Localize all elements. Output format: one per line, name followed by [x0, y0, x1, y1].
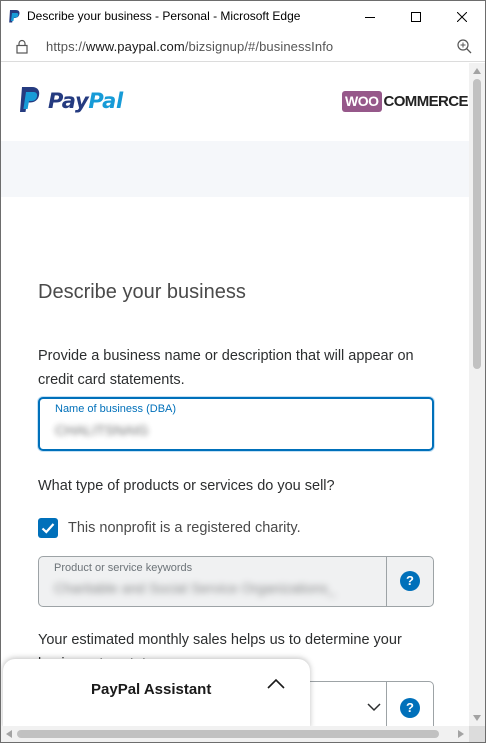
keywords-field[interactable]: Product or service keywords Charitable a… [38, 556, 434, 607]
close-button[interactable] [439, 1, 485, 32]
maximize-icon [411, 11, 421, 22]
keywords-help-icon[interactable]: ? [400, 571, 420, 591]
url-path: /bizsignup/#/businessInfo [184, 39, 334, 54]
paypal-favicon-icon [9, 10, 20, 23]
url-scheme: https:// [46, 39, 86, 54]
checkmark-icon [41, 523, 55, 534]
commerce-text: COMMERCE [383, 93, 469, 110]
horizontal-scroll-thumb[interactable] [17, 730, 439, 738]
charity-checkbox[interactable] [38, 518, 58, 538]
url-host: www.paypal.com [85, 39, 185, 54]
paypal-p-icon [20, 87, 40, 112]
woocommerce-logo[interactable]: WOO COMMERCE [342, 91, 468, 112]
address-bar[interactable]: https://www.paypal.com/bizsignup/#/busin… [1, 32, 485, 62]
minimize-icon [365, 16, 375, 18]
maximize-button[interactable] [393, 1, 439, 32]
business-name-label: Name of business (DBA) [55, 403, 177, 415]
keywords-label: Product or service keywords [54, 562, 193, 574]
header-band [1, 141, 469, 197]
scroll-down-arrow-icon[interactable] [473, 715, 481, 721]
paypal-word-pal: Pal [88, 88, 123, 113]
keywords-value[interactable]: Charitable and Social Service Organizati… [54, 580, 336, 596]
assistant-label: PayPal Assistant [91, 681, 212, 698]
woo-badge: WOO [342, 91, 382, 112]
paypal-wordmark: PayPal [48, 89, 123, 113]
field-divider [386, 557, 387, 606]
horizontal-scrollbar[interactable] [1, 726, 469, 742]
vertical-scrollbar[interactable] [469, 63, 485, 726]
intro-text: Provide a business name or description t… [38, 348, 414, 388]
products-question: What type of products or services do you… [38, 478, 335, 494]
paypal-assistant-panel[interactable]: PayPal Assistant [3, 659, 310, 726]
paypal-logo[interactable]: PayPal [18, 87, 123, 114]
business-name-value[interactable]: CHALITSNAIG [55, 422, 148, 438]
scroll-up-arrow-icon[interactable] [473, 68, 481, 74]
charity-checkbox-label[interactable]: This nonprofit is a registered charity. [68, 520, 301, 536]
scroll-right-arrow-icon[interactable] [458, 730, 464, 738]
scroll-left-arrow-icon[interactable] [6, 730, 12, 738]
url-text[interactable]: https://www.paypal.com/bizsignup/#/busin… [46, 39, 333, 54]
title-bar: Describe your business - Personal - Micr… [1, 1, 485, 32]
close-icon [457, 11, 467, 22]
business-name-field[interactable]: Name of business (DBA) CHALITSNAIG [38, 397, 434, 451]
page-title: Describe your business [38, 281, 246, 303]
lock-icon[interactable] [16, 39, 28, 54]
chevron-up-icon[interactable] [266, 678, 286, 690]
zoom-icon[interactable] [457, 39, 472, 54]
field-divider [386, 682, 387, 726]
browser-window: Describe your business - Personal - Micr… [0, 0, 486, 743]
paypal-word-pay: Pay [48, 88, 89, 113]
page-header: PayPal WOO COMMERCE [1, 63, 469, 141]
minimize-button[interactable] [347, 1, 393, 32]
vertical-scroll-thumb[interactable] [473, 79, 481, 369]
window-title: Describe your business - Personal - Micr… [27, 9, 301, 23]
sales-help-icon[interactable]: ? [400, 698, 420, 718]
page-viewport: PayPal WOO COMMERCE Describe your busine… [1, 63, 469, 726]
chevron-down-icon [367, 703, 381, 712]
scrollbar-corner [469, 726, 485, 742]
